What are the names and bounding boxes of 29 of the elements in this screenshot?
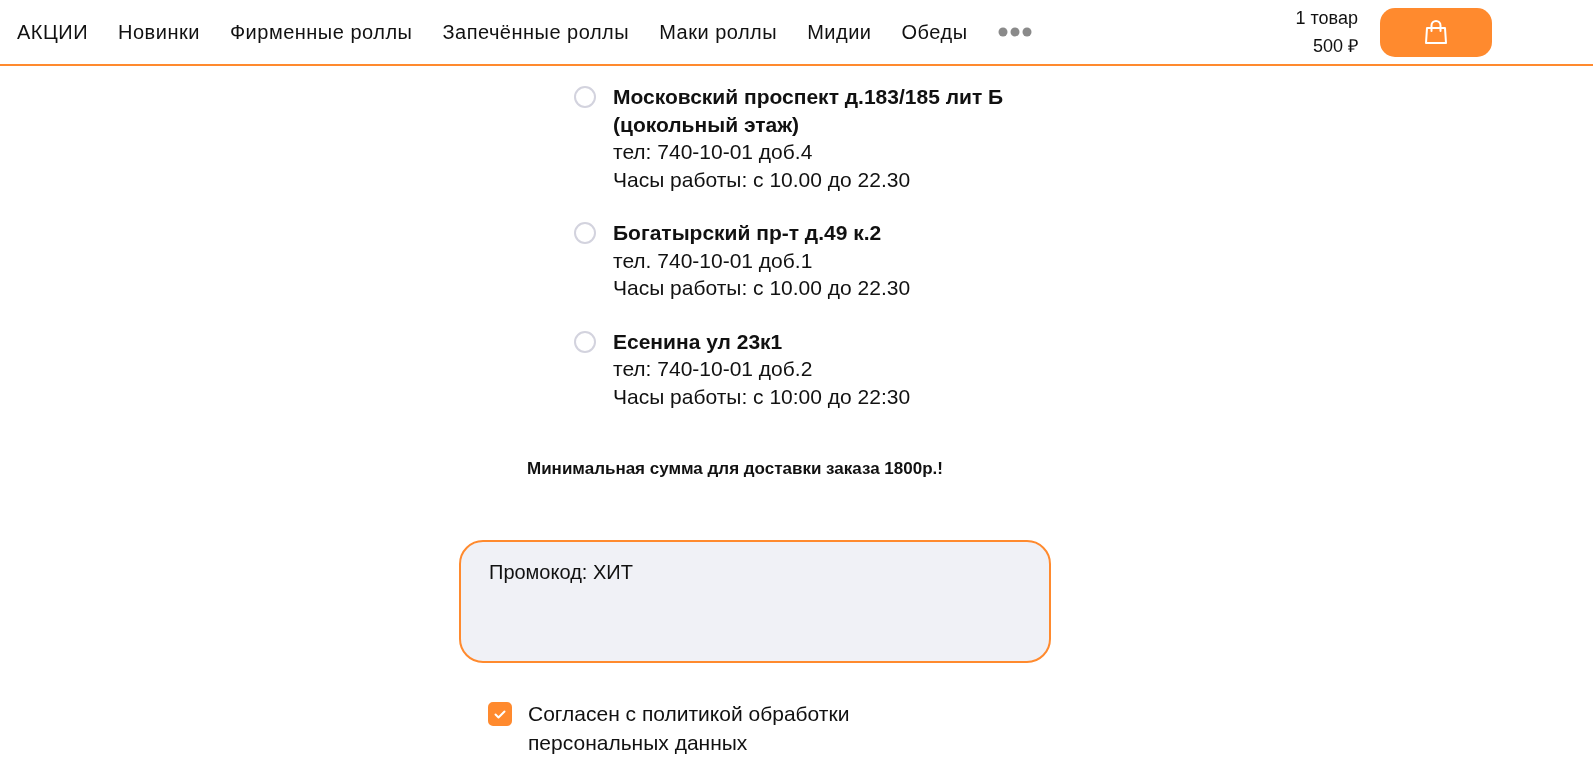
radio-button[interactable] — [574, 86, 596, 108]
radio-button[interactable] — [574, 222, 596, 244]
store-phone: тел. 740-10-01 доб.1 — [613, 247, 814, 274]
consent-label: Согласен с политикой обработки персональных данных — [528, 701, 851, 756]
nav-link[interactable]: АКЦИИ — [17, 20, 89, 44]
store-phone: тел: 740-10-01 доб.2 — [613, 356, 814, 382]
store-address: Московский проспект д.183/185 лит Б (цокольный этаж) — [613, 84, 1005, 138]
store-hours: Часы работы: с 10.00 до 22.30 — [613, 166, 912, 193]
cart-total: 500 ₽ — [1312, 35, 1358, 57]
bag-icon — [1424, 19, 1448, 45]
nav-link[interactable]: Запечённые роллы — [442, 20, 630, 44]
nav-link[interactable]: Маки роллы — [659, 20, 778, 44]
store-hours: Часы работы: с 10:00 до 22:30 — [613, 383, 912, 410]
promo-field[interactable]: Промокод: ХИТ — [459, 540, 1051, 663]
nav-link[interactable]: Фирменные роллы — [229, 20, 413, 44]
more-icon[interactable] — [997, 27, 1032, 37]
check-icon — [494, 709, 506, 719]
store-address: Есенина ул 23к1 — [613, 328, 784, 355]
store-hours: Часы работы: с 10.00 до 22.30 — [613, 275, 912, 301]
min-order-note: Минимальная сумма для доставки заказа 1800р.! — [527, 458, 944, 480]
store-address: Богатырский пр-т д.49 к.2 — [613, 220, 883, 246]
nav-link[interactable]: Мидии — [807, 20, 872, 44]
store-phone: тел: 740-10-01 доб.4 — [613, 139, 814, 165]
radio-button[interactable] — [574, 330, 596, 353]
nav-link[interactable]: Обеды — [901, 20, 968, 44]
cart-count: 1 товар — [1295, 7, 1358, 29]
nav-link[interactable]: Новинки — [118, 20, 200, 44]
cart-button[interactable] — [1380, 7, 1492, 57]
checkbox[interactable] — [488, 702, 512, 726]
